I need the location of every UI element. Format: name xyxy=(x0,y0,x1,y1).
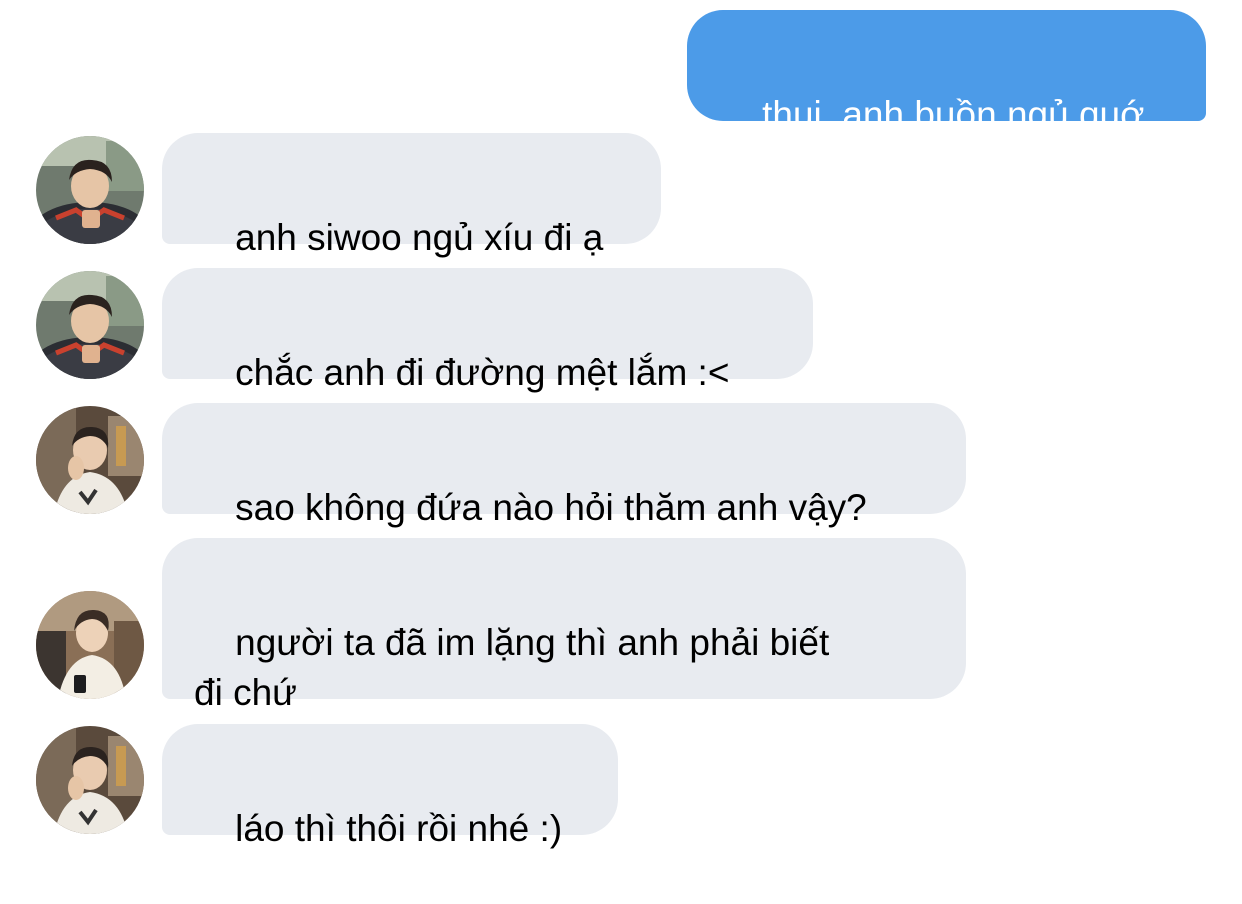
avatar[interactable] xyxy=(36,726,144,834)
avatar-photo-b xyxy=(36,406,144,514)
message-text: người ta đã im lặng thì anh phải biết đi… xyxy=(194,622,830,713)
message-text: anh siwoo ngủ xíu đi ạ xyxy=(235,217,604,258)
chat-thread: thui, anh buồn ngủ quớ anh siwoo ngủ xíu… xyxy=(0,0,1242,849)
avatar[interactable] xyxy=(36,271,144,379)
message-text: thui, anh buồn ngủ quớ xyxy=(762,94,1145,135)
message-text: láo thì thôi rồi nhé :) xyxy=(235,808,563,849)
avatar-photo-c xyxy=(36,591,144,699)
avatar[interactable] xyxy=(36,591,144,699)
message-text: sao không đứa nào hỏi thăm anh vậy? xyxy=(235,487,867,528)
message-bubble-incoming[interactable]: chắc anh đi đường mệt lắm :< xyxy=(162,268,813,393)
message-bubble-incoming[interactable]: láo thì thôi rồi nhé :) xyxy=(162,724,618,849)
message-bubble-incoming[interactable]: sao không đứa nào hỏi thăm anh vậy? xyxy=(162,403,966,528)
avatar[interactable] xyxy=(36,406,144,514)
avatar-photo-a xyxy=(36,136,144,244)
message-text: chắc anh đi đường mệt lắm :< xyxy=(235,352,730,393)
message-bubble-outgoing[interactable]: thui, anh buồn ngủ quớ xyxy=(687,10,1206,135)
message-bubble-incoming[interactable]: anh siwoo ngủ xíu đi ạ xyxy=(162,133,661,258)
message-bubble-incoming[interactable]: người ta đã im lặng thì anh phải biết đi… xyxy=(162,538,966,713)
avatar[interactable] xyxy=(36,136,144,244)
avatar-photo-b xyxy=(36,726,144,834)
avatar-photo-a xyxy=(36,271,144,379)
